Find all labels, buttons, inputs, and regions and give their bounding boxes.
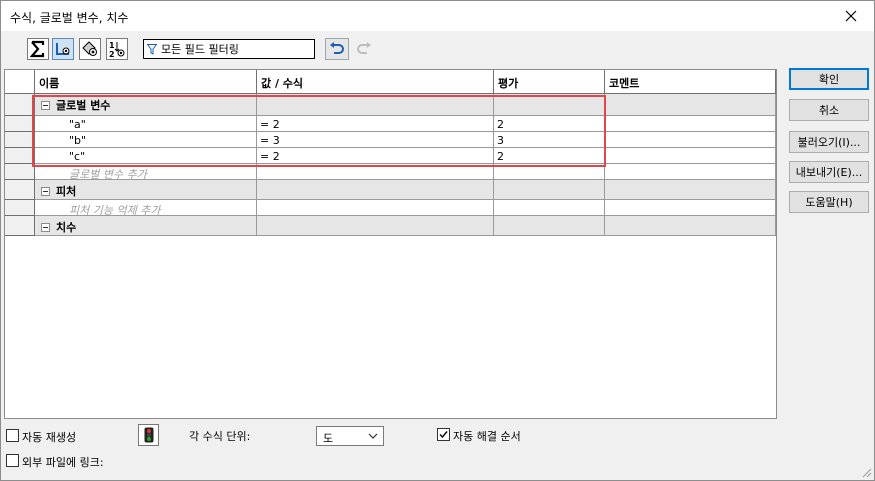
variable-value-cell[interactable]: = 2 [257, 116, 494, 132]
ok-button[interactable]: 확인 [789, 68, 869, 90]
dimension-view-button[interactable] [79, 38, 101, 60]
row-header[interactable] [5, 132, 35, 148]
row-header[interactable] [5, 200, 35, 216]
group-cell [257, 216, 494, 236]
angle-units-label: 각 수식 단위: [189, 430, 251, 443]
row-header[interactable] [5, 180, 35, 200]
equations-dialog: 수식, 글로벌 변수, 치수 12 모든 필드 필터링 이름 값 / 수식 평가… [0, 0, 875, 481]
collapse-icon[interactable] [41, 187, 50, 196]
row-header[interactable] [5, 116, 35, 132]
row-header[interactable] [5, 94, 35, 116]
empty-cell[interactable] [257, 200, 494, 216]
group-features[interactable]: 피처 [35, 180, 257, 200]
svg-text:2: 2 [109, 50, 115, 58]
group-cell [257, 94, 494, 116]
sort-order-eye-icon: 12 [109, 41, 125, 58]
angle-units-value: 도 [323, 432, 334, 445]
row-header[interactable] [5, 148, 35, 164]
column-header-comment[interactable]: 코멘트 [605, 70, 776, 94]
checkmark-icon [439, 431, 448, 439]
svg-text:1: 1 [109, 41, 115, 50]
collapse-icon[interactable] [41, 223, 50, 232]
sigma-formula-icon [29, 40, 45, 58]
filter-icon [147, 43, 157, 55]
row-header[interactable] [5, 216, 35, 236]
auto-rebuild-label: 자동 재생성 [22, 431, 77, 444]
group-cell [494, 180, 605, 200]
group-cell [494, 216, 605, 236]
filter-field[interactable]: 모든 필드 필터링 [143, 39, 315, 59]
variable-eval-cell: 2 [494, 116, 605, 132]
grid-corner [5, 70, 35, 94]
auto-solve-order-checkbox[interactable] [437, 428, 450, 441]
export-button[interactable]: 내보내기(E)... [789, 161, 869, 183]
add-feature-suppression-cell[interactable]: 피처 기능 억제 추가 [35, 200, 257, 216]
variable-eval-cell: 3 [494, 132, 605, 148]
column-header-name[interactable]: 이름 [35, 70, 257, 94]
variable-comment-cell[interactable] [605, 116, 776, 132]
variable-name-cell[interactable]: "c" [35, 148, 257, 164]
cancel-button[interactable]: 취소 [789, 99, 869, 121]
group-label: 글로벌 변수 [56, 99, 111, 112]
rebuild-status-button[interactable] [138, 424, 159, 446]
redo-icon [357, 42, 371, 54]
group-cell [257, 180, 494, 200]
import-button[interactable]: 불러오기(I)... [789, 131, 869, 153]
collapse-icon[interactable] [41, 101, 50, 110]
group-dimensions[interactable]: 치수 [35, 216, 257, 236]
variable-name-cell[interactable]: "b" [35, 132, 257, 148]
link-external-file-label: 외부 파일에 링크: [22, 456, 104, 469]
group-label: 피처 [56, 185, 77, 198]
link-external-file-checkbox[interactable] [6, 454, 19, 467]
equations-grid: 이름 값 / 수식 평가 코멘트 글로벌 변수 "a" = 2 2 "b" = … [4, 69, 777, 419]
close-button[interactable] [828, 1, 874, 31]
undo-button[interactable] [325, 38, 349, 60]
help-button[interactable]: 도움말(H) [789, 191, 869, 213]
equations-view-button[interactable] [27, 38, 49, 60]
toolbar: 12 모든 필드 필터링 [1, 35, 781, 63]
add-global-variable-cell[interactable]: 글로벌 변수 추가 [35, 164, 257, 180]
undo-icon [330, 42, 344, 54]
variable-value-cell[interactable]: = 3 [257, 132, 494, 148]
resize-grip-icon[interactable] [860, 466, 872, 478]
empty-cell[interactable] [257, 164, 494, 180]
dialog-title: 수식, 글로벌 변수, 치수 [10, 11, 129, 25]
variable-name-cell[interactable]: "a" [35, 116, 257, 132]
view-folder-icon [56, 43, 70, 55]
empty-cell [494, 164, 605, 180]
column-header-evaluates[interactable]: 평가 [494, 70, 605, 94]
group-cell [494, 94, 605, 116]
redo-button[interactable] [353, 38, 375, 60]
empty-cell[interactable] [605, 200, 776, 216]
empty-cell[interactable] [605, 164, 776, 180]
angle-units-select[interactable]: 도 [316, 426, 384, 446]
variable-value-cell[interactable]: = 2 [257, 148, 494, 164]
group-cell [605, 216, 776, 236]
variable-comment-cell[interactable] [605, 132, 776, 148]
filter-placeholder: 모든 필드 필터링 [161, 43, 239, 56]
sketch-view-button[interactable] [52, 38, 74, 60]
ordered-view-button[interactable]: 12 [106, 38, 128, 60]
row-header[interactable] [5, 164, 35, 180]
column-header-value[interactable]: 값 / 수식 [257, 70, 494, 94]
variable-eval-cell: 2 [494, 148, 605, 164]
group-global-variables[interactable]: 글로벌 변수 [35, 94, 257, 116]
tags-eye-icon [82, 41, 97, 56]
variable-comment-cell[interactable] [605, 148, 776, 164]
group-label: 치수 [56, 221, 77, 234]
title-bar: 수식, 글로벌 변수, 치수 [1, 1, 874, 31]
auto-rebuild-checkbox[interactable] [6, 429, 19, 442]
group-cell [605, 180, 776, 200]
close-icon [845, 10, 857, 22]
group-cell [605, 94, 776, 116]
traffic-light-icon [144, 427, 153, 443]
auto-solve-order-label: 자동 해결 순서 [453, 430, 521, 443]
empty-cell [494, 200, 605, 216]
chevron-down-icon [368, 433, 378, 439]
